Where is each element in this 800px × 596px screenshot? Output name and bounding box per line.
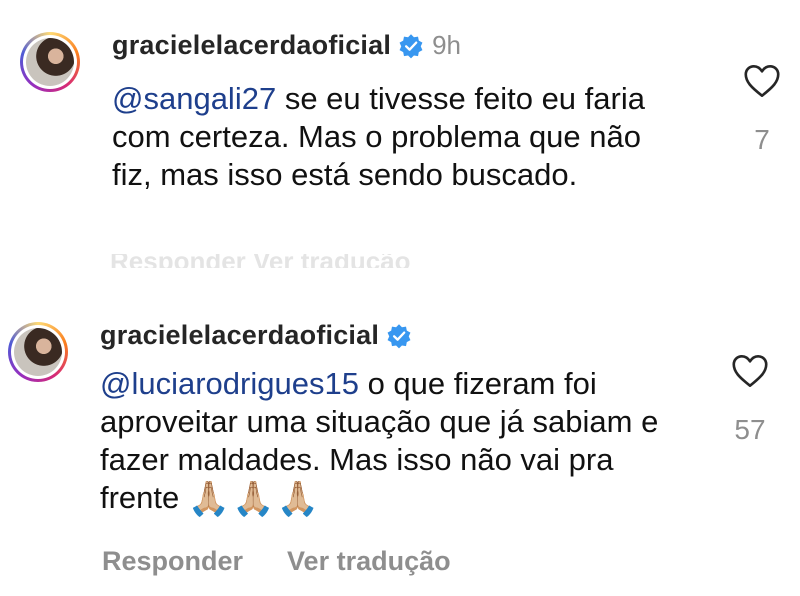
mention-link[interactable]: @sangali27 (112, 81, 276, 116)
verified-badge-icon (399, 33, 423, 58)
avatar-ring-gap (23, 35, 77, 89)
like-count: 57 (734, 414, 766, 445)
comment-header: gracielelacerdaoficial 9h (112, 30, 461, 61)
avatar[interactable] (20, 32, 80, 92)
comment-time: 9h (432, 30, 461, 60)
mention-link[interactable]: @luciarodrigues15 (100, 366, 359, 401)
comment-actions: Responder Ver tradução (102, 546, 451, 577)
like-count: 7 (754, 124, 770, 155)
faded-actions: Responder Ver tradução (110, 254, 490, 268)
praying-hands-emoji: 🙏🏼🙏🏼🙏🏼 (187, 480, 321, 518)
heart-icon[interactable] (743, 64, 781, 98)
avatar-ring-gap (11, 325, 65, 379)
comment-text: @sangali27 se eu tivesse feito eu faria … (112, 80, 672, 194)
comment-text: @luciarodrigues15 o que fizeram foi apro… (100, 365, 690, 518)
username[interactable]: gracielelacerdaoficial (100, 320, 379, 351)
translate-button[interactable]: Ver tradução (287, 546, 451, 577)
avatar-photo (26, 38, 74, 86)
reply-button[interactable]: Responder (102, 546, 243, 577)
avatar[interactable] (8, 322, 68, 382)
verified-badge-icon (387, 323, 411, 348)
avatar-photo (14, 328, 62, 376)
heart-icon[interactable] (731, 354, 769, 388)
username[interactable]: gracielelacerdaoficial (112, 30, 391, 61)
comment-header: gracielelacerdaoficial (100, 320, 412, 351)
